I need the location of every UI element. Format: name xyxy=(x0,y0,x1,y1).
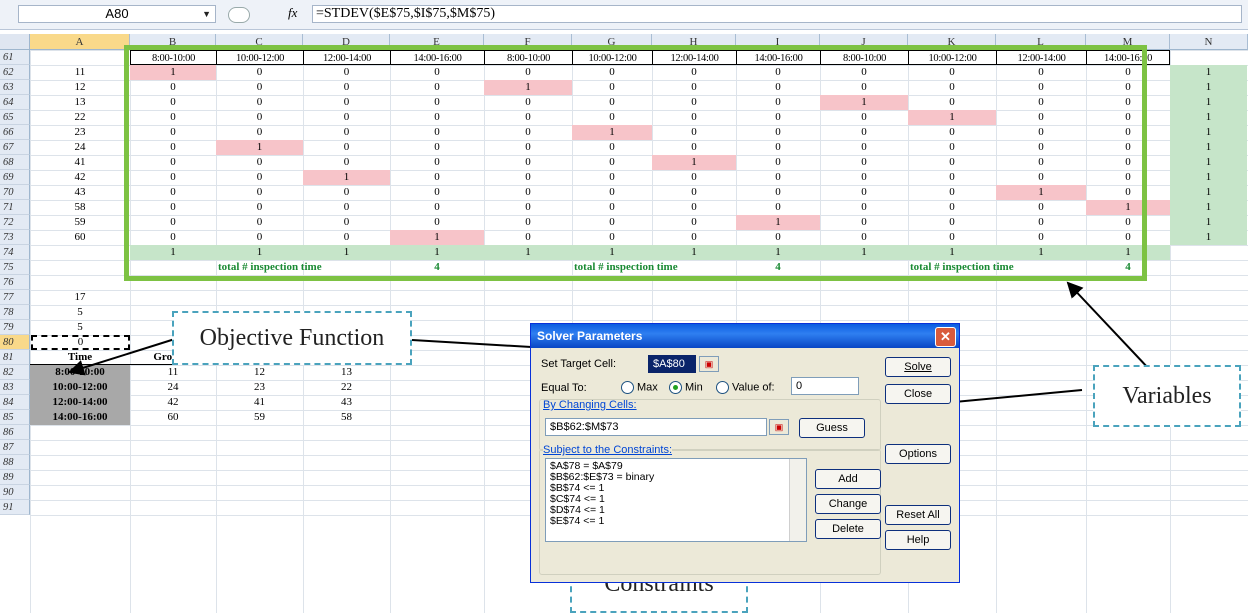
changing-cells-label: By Changing Cells: xyxy=(543,399,637,411)
radio-min[interactable]: Min xyxy=(669,381,703,394)
collapse-dialog-icon[interactable]: ▣ xyxy=(699,356,719,372)
value-of-input[interactable]: 0 xyxy=(791,377,859,395)
screen: A80 ▼ fx =STDEV($E$75,$I$75,$M$75) ABCDEF… xyxy=(0,0,1248,613)
close-icon[interactable]: ✕ xyxy=(935,327,956,347)
constraints-list[interactable]: $A$78 = $A$79 $B$62:$E$73 = binary $B$74 <… xyxy=(545,458,807,542)
arrow-to-variables-frame xyxy=(1066,281,1151,371)
solve-button[interactable]: Solve xyxy=(885,357,951,377)
equal-to-label: Equal To: xyxy=(541,382,587,394)
radio-icon[interactable] xyxy=(716,381,729,394)
options-button[interactable]: Options xyxy=(885,444,951,464)
close-button[interactable]: Close xyxy=(885,384,951,404)
change-button[interactable]: Change xyxy=(815,494,881,514)
help-button[interactable]: Help xyxy=(885,530,951,550)
constraints-label: Subject to the Constraints: xyxy=(543,444,673,456)
guess-button[interactable]: Guess xyxy=(799,418,865,438)
objective-function-callout: Objective Function xyxy=(172,311,412,365)
target-cell-input[interactable]: $A$80 xyxy=(648,355,696,373)
target-cell-label: Set Target Cell: xyxy=(541,358,617,370)
constraint-item[interactable]: $E$74 <= 1 xyxy=(550,516,802,527)
radio-selected-icon[interactable] xyxy=(669,381,682,394)
add-button[interactable]: Add xyxy=(815,469,881,489)
scrollbar[interactable] xyxy=(789,459,806,541)
dialog-title: Solver Parameters ✕ xyxy=(531,324,959,348)
reset-all-button[interactable]: Reset All xyxy=(885,505,951,525)
variables-callout: Variables xyxy=(1093,365,1241,427)
arrow-to-objective-cell xyxy=(68,337,179,376)
radio-value-of[interactable]: Value of: xyxy=(716,381,775,394)
radio-max[interactable]: Max xyxy=(621,381,658,394)
changing-cells-input[interactable]: $B$62:$M$73 xyxy=(545,418,767,436)
radio-icon[interactable] xyxy=(621,381,634,394)
delete-button[interactable]: Delete xyxy=(815,519,881,539)
solver-parameters-dialog: Solver Parameters ✕ Set Target Cell: $A$8… xyxy=(530,323,960,583)
collapse-dialog-icon[interactable]: ▣ xyxy=(769,419,789,435)
